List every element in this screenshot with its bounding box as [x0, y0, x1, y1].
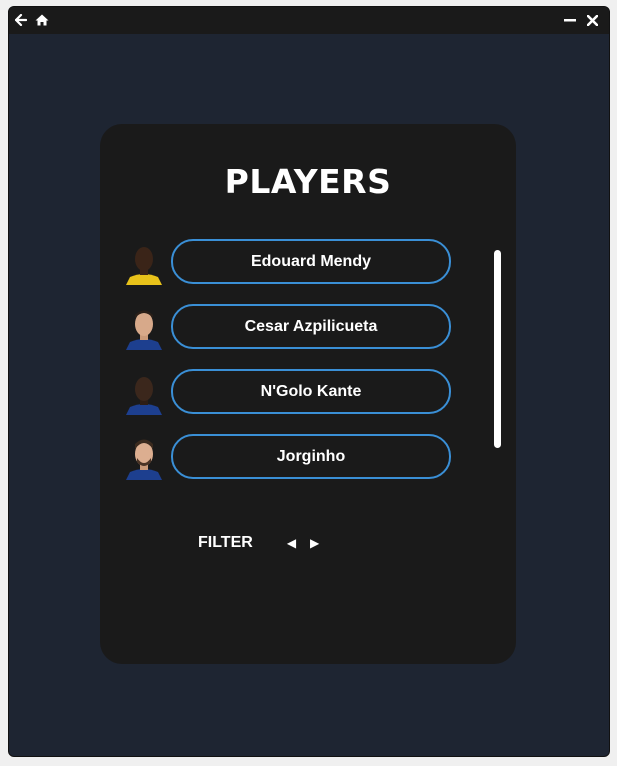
- filter-next-icon[interactable]: ▶: [310, 536, 319, 550]
- player-button[interactable]: Cesar Azpilicueta: [171, 304, 451, 349]
- filter-prev-icon[interactable]: ◀: [287, 536, 296, 550]
- player-button[interactable]: Jorginho: [171, 434, 451, 479]
- player-list: Edouard Mendy Cesar Azpilicueta N'Golo K…: [122, 239, 462, 499]
- home-icon: [35, 14, 49, 26]
- back-button[interactable]: [13, 12, 29, 28]
- avatar: [122, 369, 166, 415]
- minimize-icon: [564, 19, 576, 22]
- players-panel: PLAYERS Edouard Mendy Cesar Azpilicueta …: [100, 124, 516, 664]
- list-item: Jorginho: [122, 434, 462, 480]
- scrollbar[interactable]: [494, 250, 501, 448]
- title-bar: [9, 7, 609, 34]
- avatar: [122, 434, 166, 480]
- list-item: Edouard Mendy: [122, 239, 462, 285]
- player-button[interactable]: N'Golo Kante: [171, 369, 451, 414]
- minimize-button[interactable]: [562, 12, 578, 28]
- close-icon: [586, 14, 598, 26]
- filter-bar: FILTER ◀ ▶: [198, 534, 319, 552]
- arrow-left-icon: [15, 14, 27, 26]
- list-item: N'Golo Kante: [122, 369, 462, 415]
- page-title: PLAYERS: [224, 162, 392, 201]
- close-button[interactable]: [584, 12, 600, 28]
- list-item: Cesar Azpilicueta: [122, 304, 462, 350]
- avatar: [122, 304, 166, 350]
- home-button[interactable]: [34, 12, 50, 28]
- player-button[interactable]: Edouard Mendy: [171, 239, 451, 284]
- avatar: [122, 239, 166, 285]
- filter-label[interactable]: FILTER: [198, 534, 253, 552]
- app-window: PLAYERS Edouard Mendy Cesar Azpilicueta …: [8, 6, 610, 757]
